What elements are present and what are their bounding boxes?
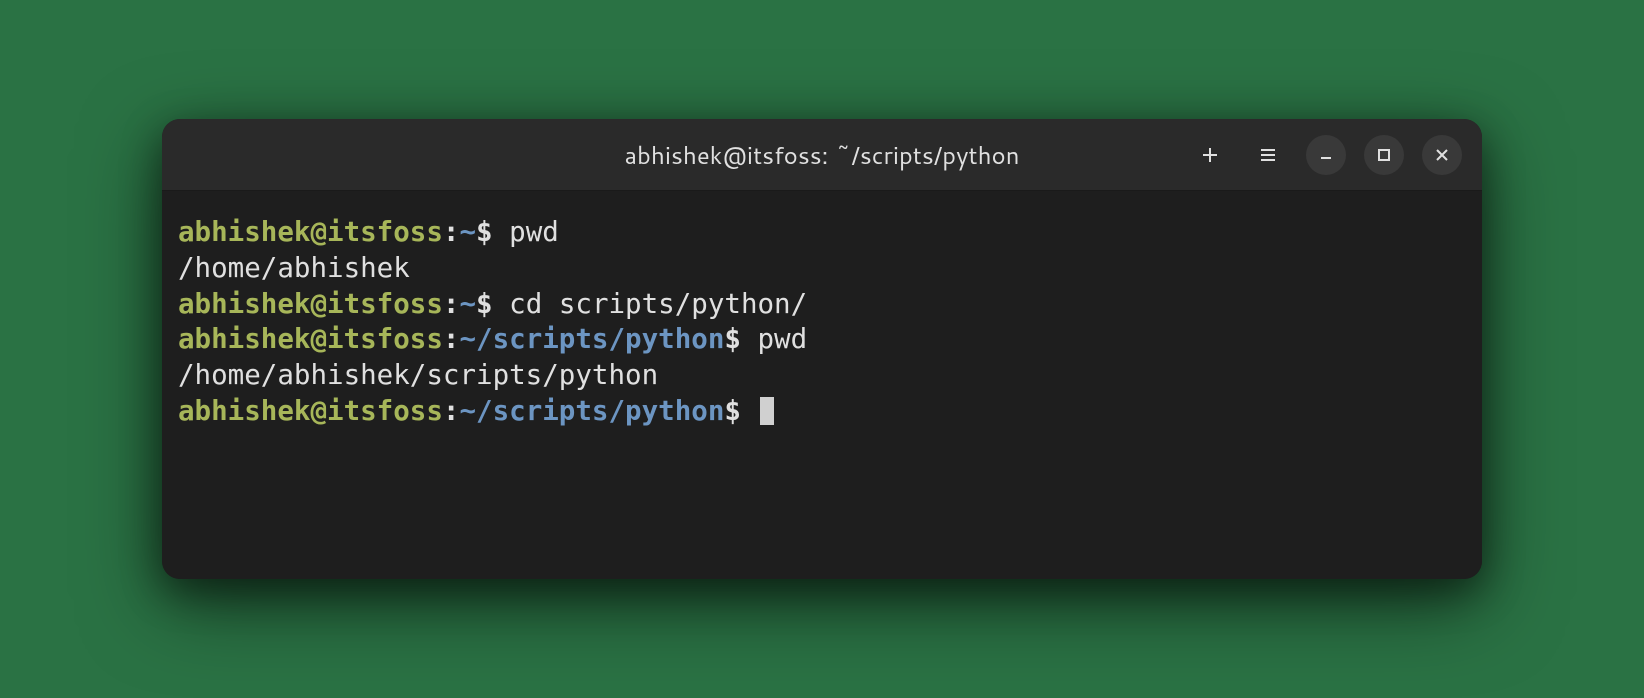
prompt-userhost: abhishek@itsfoss: [178, 395, 443, 427]
prompt-path: ~: [459, 288, 476, 320]
prompt-path: ~/scripts/python: [459, 395, 724, 427]
terminal-line: /home/abhishek/scripts/python: [178, 358, 1466, 394]
cursor: [760, 397, 774, 425]
command-text: cd scripts/python/: [509, 288, 807, 320]
terminal-line: abhishek@itsfoss:~/scripts/python$: [178, 394, 1466, 430]
prompt-dollar: $: [724, 395, 757, 427]
prompt-path: ~/scripts/python: [459, 323, 724, 355]
minimize-icon: [1317, 146, 1335, 164]
terminal-window: abhishek@itsfoss: ~/scripts/python abhis…: [162, 119, 1482, 579]
terminal-line: abhishek@itsfoss:~/scripts/python$ pwd: [178, 322, 1466, 358]
maximize-button[interactable]: [1364, 135, 1404, 175]
window-title: abhishek@itsfoss: ~/scripts/python: [624, 138, 1019, 172]
prompt-dollar: $: [724, 323, 757, 355]
output-text: /home/abhishek: [178, 252, 410, 284]
prompt-userhost: abhishek@itsfoss: [178, 216, 443, 248]
hamburger-icon: [1259, 146, 1277, 164]
terminal-line: /home/abhishek: [178, 251, 1466, 287]
menu-button[interactable]: [1248, 135, 1288, 175]
close-icon: [1433, 146, 1451, 164]
prompt-sep: :: [443, 288, 460, 320]
plus-icon: [1201, 146, 1219, 164]
prompt-sep: :: [443, 395, 460, 427]
prompt-sep: :: [443, 216, 460, 248]
title-bar: abhishek@itsfoss: ~/scripts/python: [162, 119, 1482, 191]
command-text: pwd: [758, 323, 808, 355]
new-tab-button[interactable]: [1190, 135, 1230, 175]
prompt-path: ~: [459, 216, 476, 248]
prompt-dollar: $: [476, 216, 509, 248]
prompt-userhost: abhishek@itsfoss: [178, 288, 443, 320]
maximize-icon: [1375, 146, 1393, 164]
close-button[interactable]: [1422, 135, 1462, 175]
prompt-sep: :: [443, 323, 460, 355]
prompt-userhost: abhishek@itsfoss: [178, 323, 443, 355]
minimize-button[interactable]: [1306, 135, 1346, 175]
command-text: pwd: [509, 216, 559, 248]
terminal-body[interactable]: abhishek@itsfoss:~$ pwd /home/abhishek a…: [162, 191, 1482, 579]
output-text: /home/abhishek/scripts/python: [178, 359, 658, 391]
prompt-dollar: $: [476, 288, 509, 320]
terminal-line: abhishek@itsfoss:~$ cd scripts/python/: [178, 287, 1466, 323]
terminal-line: abhishek@itsfoss:~$ pwd: [178, 215, 1466, 251]
